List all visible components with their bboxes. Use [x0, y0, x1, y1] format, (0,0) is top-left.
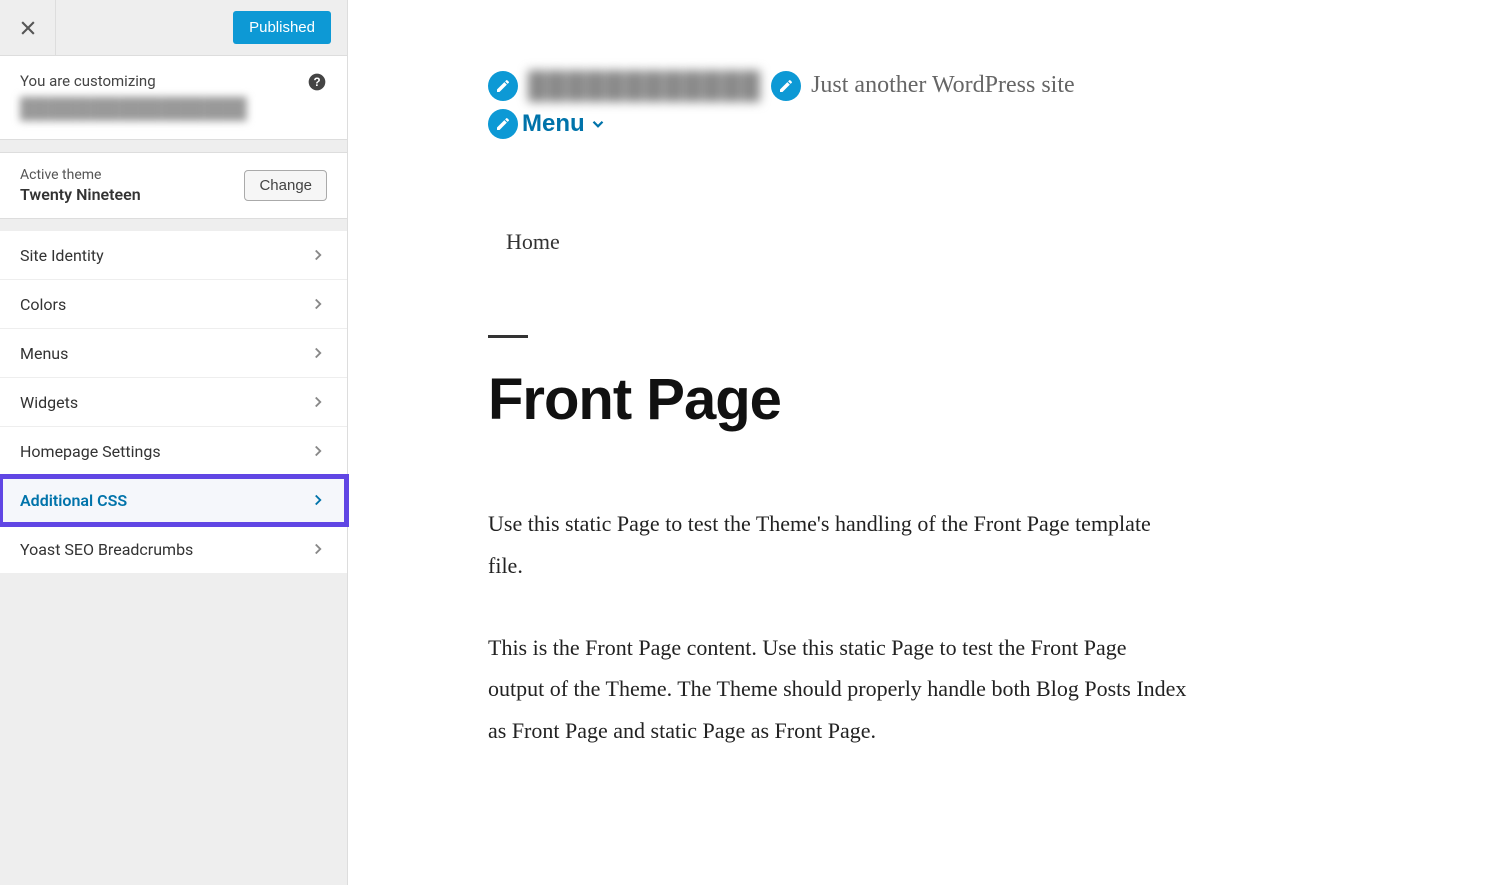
- edit-menu-button[interactable]: [488, 109, 518, 139]
- title-divider: [488, 335, 528, 338]
- site-name-blurred: ████████████████: [20, 96, 327, 121]
- pencil-icon: [495, 78, 511, 94]
- active-theme-label: Active theme: [20, 167, 141, 183]
- site-title-blurred: ████████████: [528, 70, 761, 101]
- preview-menu-row: Menu: [488, 109, 1440, 139]
- svg-text:?: ?: [313, 76, 320, 89]
- pencil-icon: [495, 116, 511, 132]
- chevron-right-icon: [309, 491, 327, 509]
- change-theme-button[interactable]: Change: [244, 170, 327, 201]
- section-colors[interactable]: Colors: [0, 280, 347, 329]
- section-label: Menus: [20, 344, 68, 363]
- section-label: Colors: [20, 295, 66, 314]
- section-homepage-settings[interactable]: Homepage Settings: [0, 427, 347, 476]
- customizing-block: You are customizing ████████████████ ?: [0, 56, 347, 140]
- content-paragraph: This is the Front Page content. Use this…: [488, 627, 1188, 752]
- active-theme-block: Active theme Twenty Nineteen Change: [0, 152, 347, 219]
- pencil-icon: [778, 78, 794, 94]
- chevron-right-icon: [309, 540, 327, 558]
- section-widgets[interactable]: Widgets: [0, 378, 347, 427]
- section-label: Homepage Settings: [20, 442, 161, 461]
- chevron-right-icon: [309, 295, 327, 313]
- section-label: Site Identity: [20, 246, 104, 265]
- preview-pane: ████████████ Just another WordPress site…: [348, 0, 1500, 885]
- chevron-right-icon: [309, 246, 327, 264]
- help-icon[interactable]: ?: [307, 72, 327, 92]
- close-button[interactable]: [0, 0, 56, 56]
- publish-button[interactable]: Published: [233, 11, 331, 44]
- menu-toggle[interactable]: Menu: [522, 110, 585, 138]
- theme-name: Twenty Nineteen: [20, 185, 141, 204]
- section-menus[interactable]: Menus: [0, 329, 347, 378]
- content-paragraph: Use this static Page to test the Theme's…: [488, 503, 1188, 587]
- customizer-sections: Site Identity Colors Menus Widgets Homep…: [0, 231, 347, 574]
- chevron-right-icon: [309, 442, 327, 460]
- chevron-right-icon: [309, 393, 327, 411]
- section-label: Yoast SEO Breadcrumbs: [20, 540, 193, 559]
- customizer-sidebar: Published You are customizing ██████████…: [0, 0, 348, 885]
- site-tagline: Just another WordPress site: [811, 72, 1075, 99]
- section-site-identity[interactable]: Site Identity: [0, 231, 347, 280]
- chevron-down-icon: [589, 115, 607, 133]
- close-icon: [18, 18, 38, 38]
- section-label: Additional CSS: [20, 491, 127, 510]
- sidebar-topbar: Published: [0, 0, 347, 56]
- preview-header: ████████████ Just another WordPress site: [488, 70, 1440, 101]
- customizing-label: You are customizing: [20, 72, 327, 90]
- edit-site-title-button[interactable]: [488, 71, 518, 101]
- page-title: Front Page: [488, 366, 1440, 433]
- chevron-right-icon: [309, 344, 327, 362]
- breadcrumb: Home: [506, 229, 1440, 255]
- section-yoast-breadcrumbs[interactable]: Yoast SEO Breadcrumbs: [0, 525, 347, 574]
- edit-tagline-button[interactable]: [771, 71, 801, 101]
- section-additional-css[interactable]: Additional CSS: [0, 476, 347, 525]
- section-label: Widgets: [20, 393, 78, 412]
